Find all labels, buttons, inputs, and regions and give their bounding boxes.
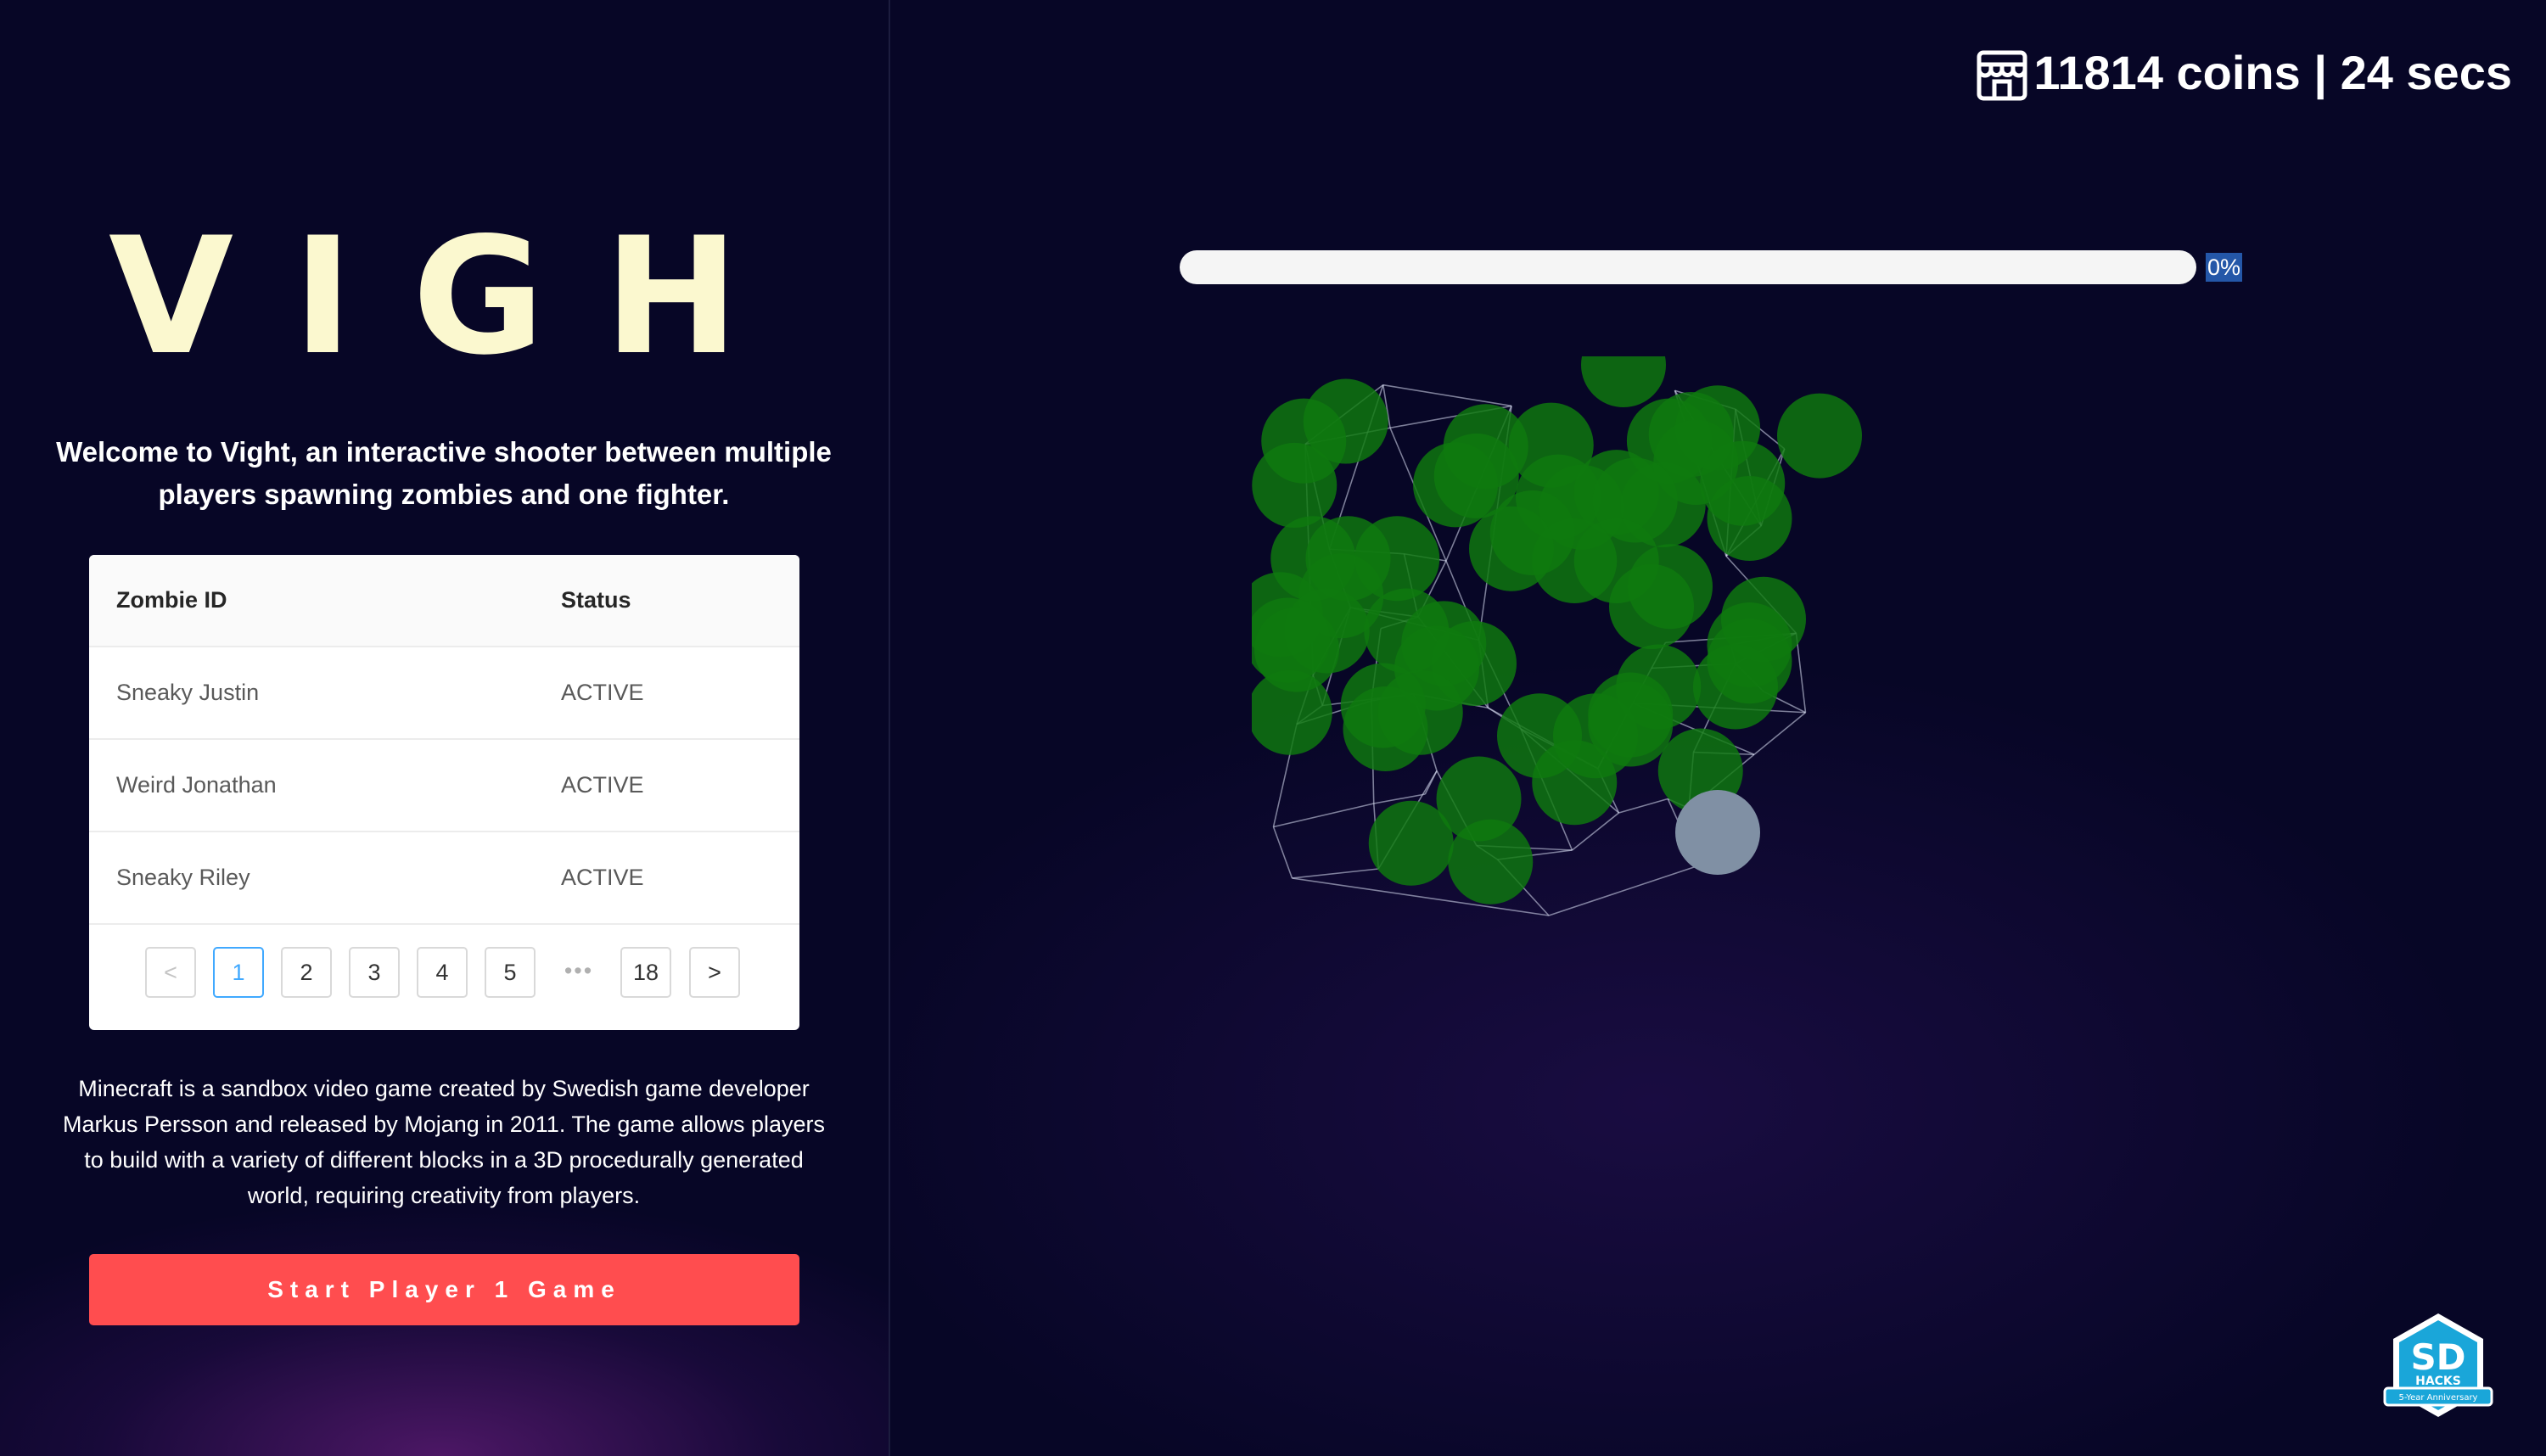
page-18-button[interactable]: 18 — [620, 947, 671, 998]
page-2-button[interactable]: 2 — [281, 947, 332, 998]
zombie[interactable] — [1377, 669, 1463, 755]
pagination-ellipsis[interactable]: ••• — [553, 947, 604, 998]
zombie[interactable] — [1693, 644, 1778, 730]
table-row[interactable]: Weird Jonathan ACTIVE — [89, 740, 799, 832]
table-row[interactable]: Sneaky Riley ACTIVE — [89, 832, 799, 925]
zombie[interactable] — [1588, 681, 1674, 767]
store-icon[interactable] — [1974, 48, 2030, 104]
table-header: Zombie ID Status — [89, 555, 799, 647]
left-panel: VIGHT Welcome to Vight, an interactive s… — [0, 0, 890, 1456]
zombie[interactable] — [1252, 442, 1337, 528]
status-cell: ACTIVE — [561, 772, 644, 798]
zombie[interactable] — [1469, 506, 1554, 591]
zombie-id-cell: Sneaky Riley — [116, 865, 250, 890]
network-edge — [1273, 803, 1374, 828]
game-area[interactable] — [1252, 356, 2177, 1281]
badge-title: SD — [2410, 1336, 2465, 1378]
progress-label: 0% — [2206, 253, 2243, 282]
game-description: Minecraft is a sandbox video game create… — [63, 1076, 825, 1208]
badge-subtitle: HACKS — [2415, 1375, 2461, 1388]
vight-logo: VIGHT — [109, 204, 730, 373]
next-page-button[interactable]: > — [689, 947, 740, 998]
status-cell: ACTIVE — [561, 865, 644, 890]
network-edge — [1795, 633, 1807, 713]
zombie[interactable] — [1777, 393, 1862, 479]
page-1-button[interactable]: 1 — [213, 947, 264, 998]
zombie-layer — [1252, 356, 1862, 904]
zombie[interactable] — [1707, 475, 1792, 561]
zombie[interactable] — [1448, 819, 1534, 904]
network-edge — [1618, 798, 1668, 814]
sd-hacks-badge[interactable]: SD HACKS 5-Year Anniversary — [2383, 1310, 2493, 1420]
zombie-id-cell: Weird Jonathan — [116, 772, 277, 798]
progress-track — [1180, 250, 2196, 284]
badge-tagline: 5-Year Anniversary — [2399, 1393, 2478, 1403]
player-fighter[interactable] — [1675, 790, 1760, 875]
page-4-button[interactable]: 4 — [417, 947, 468, 998]
prev-page-button[interactable]: < — [145, 947, 196, 998]
header-status: Status — [561, 587, 631, 613]
zombie[interactable] — [1581, 356, 1666, 407]
network-edge — [1548, 859, 1718, 916]
page-3-button[interactable]: 3 — [349, 947, 400, 998]
header-zombie-id: Zombie ID — [116, 587, 227, 613]
intro-text: Welcome to Vight, an interactive shooter… — [56, 436, 832, 510]
coins-timer: 11814 coins | 24 secs — [2033, 46, 2512, 99]
zombie[interactable] — [1609, 563, 1694, 649]
network-edge — [1382, 384, 1512, 407]
start-game-button[interactable]: Start Player 1 Game — [89, 1254, 799, 1325]
table-row[interactable]: Sneaky Justin ACTIVE — [89, 647, 799, 740]
page-5-button[interactable]: 5 — [485, 947, 536, 998]
zombie-id-cell: Sneaky Justin — [116, 680, 260, 705]
network-edge — [1272, 826, 1293, 879]
zombie[interactable] — [1368, 800, 1454, 886]
status-cell: ACTIVE — [561, 680, 644, 705]
logo-text: VIGHT — [109, 204, 730, 373]
network-edge — [1292, 868, 1379, 879]
